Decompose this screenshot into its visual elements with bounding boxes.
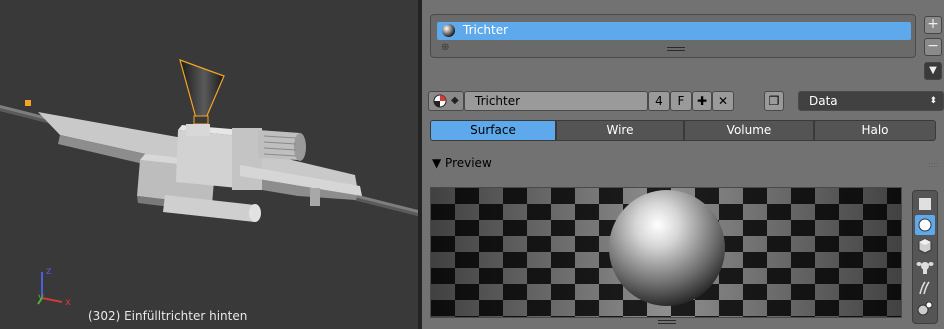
scene-render: z x y [0,59,418,308]
tab-wire[interactable]: Wire [556,120,684,141]
panel-drag-handle[interactable]: :::: [928,160,939,169]
hair-icon[interactable] [915,278,935,298]
add-icon: ✚ [696,94,708,108]
lamp-marker [25,100,31,106]
sphere-icon[interactable] [915,215,935,235]
axis-x-label: x [65,297,71,308]
link-toggle-button[interactable]: ❐ [764,91,784,111]
material-slot-label: Trichter [463,23,509,37]
material-users-count[interactable]: 4 [648,91,670,111]
material-browse-icon [433,94,447,108]
axis-z-label: z [46,266,51,277]
inner-housing [176,130,240,188]
updown-arrow-icon: ⬍ [929,96,937,106]
viewport-status-text: (302) Einfülltrichter hinten [88,309,248,323]
new-material-button[interactable]: ✚ [692,91,712,111]
motor-mount [232,128,262,190]
copy-icon: ❐ [768,94,780,108]
preview-shape-selector [912,190,938,324]
funnel-selected [179,59,225,119]
3d-viewport[interactable]: z x y (302) Einfülltrichter hinten [0,0,418,329]
unlink-material-button[interactable]: ✕ [712,91,734,111]
tab-volume[interactable]: Volume [684,120,814,141]
x-icon: ✕ [717,94,729,108]
axis-y-label: y [38,292,44,303]
monkey-icon[interactable] [915,257,935,277]
cube-icon[interactable] [915,236,935,256]
material-sphere-icon [442,24,455,37]
add-slot-button[interactable]: + [924,16,942,34]
tab-surface[interactable]: Surface [430,120,556,141]
preview-sphere [609,190,725,306]
list-resize-grip[interactable] [667,47,685,51]
properties-panel: Trichter ⊕ + − ▼ ◆ Trichter 4 F ✚ ✕ ❐ Da… [422,0,944,329]
slot-add-small-icon[interactable]: ⊕ [441,42,449,53]
material-slot-list[interactable]: Trichter ⊕ [430,14,916,58]
link-type-dropdown[interactable]: Data ⬍ [798,91,944,111]
material-slot-item[interactable]: Trichter [437,22,911,40]
remove-slot-button[interactable]: − [924,38,942,56]
fake-user-button[interactable]: F [670,91,692,111]
slot-specials-dropdown[interactable]: ▼ [924,62,942,80]
material-preview [430,187,902,318]
material-name-field[interactable]: Trichter [464,91,648,111]
material-type-tabs: Surface Wire Volume Halo [430,120,936,141]
tab-halo[interactable]: Halo [814,120,936,141]
preview-render [431,188,901,317]
link-type-label: Data [809,94,838,108]
preview-resize-grip[interactable] [658,320,676,324]
browse-material-button[interactable]: ◆ [428,91,464,111]
preview-panel-header[interactable]: ▼ Preview [432,156,492,170]
world-sphere-icon[interactable] [915,299,935,319]
flat-icon[interactable] [915,194,935,214]
material-datablock-row: ◆ Trichter 4 F ✚ ✕ ❐ Data ⬍ [428,91,944,111]
